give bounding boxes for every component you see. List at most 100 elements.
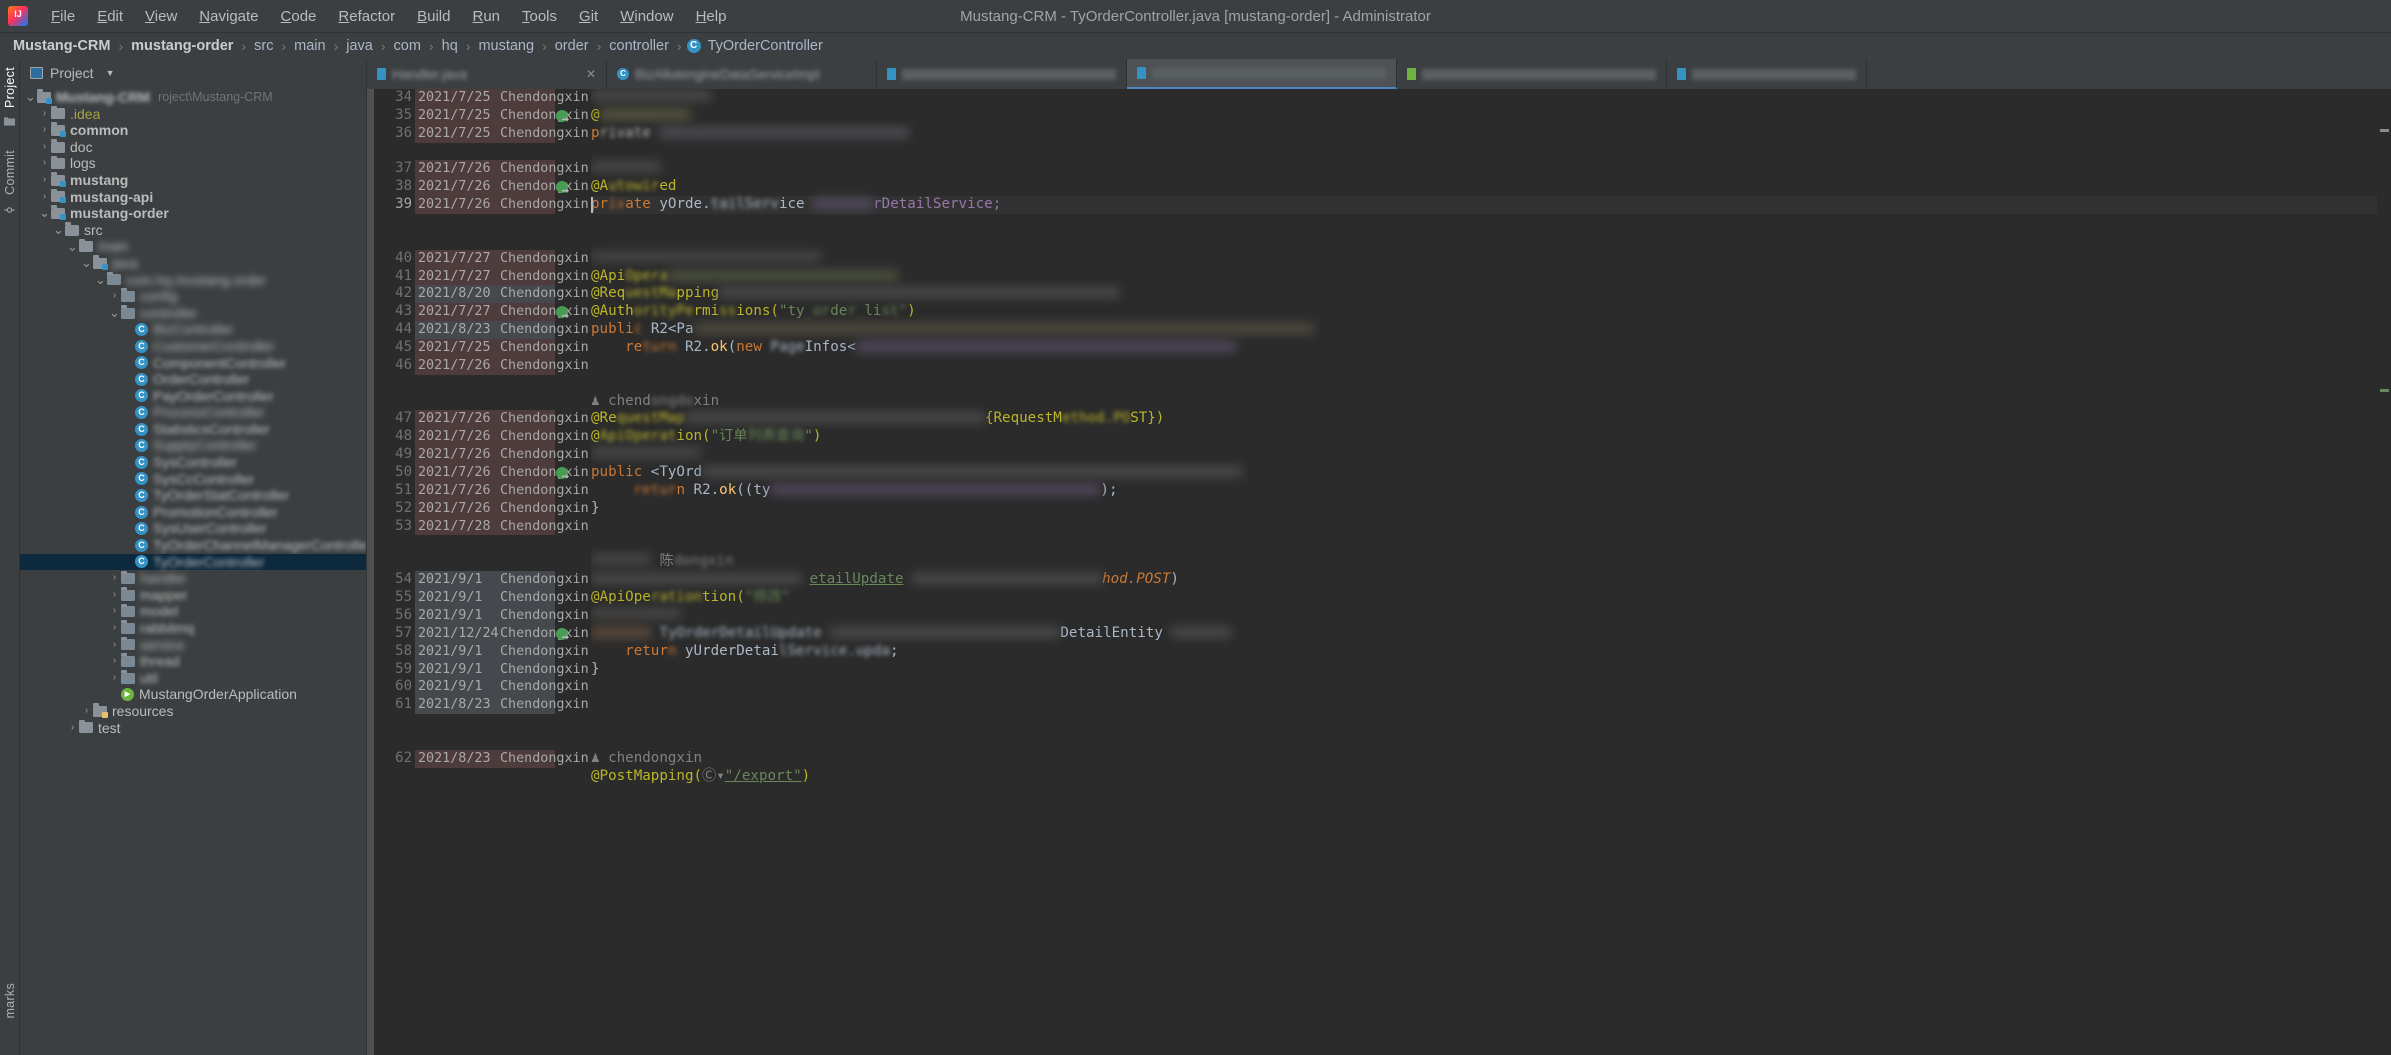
tool-window-commit[interactable]: Commit xyxy=(3,150,17,195)
editor-tab-bar[interactable]: Handler.java ✕ C BizAllotengineDataServiceI… xyxy=(367,59,2391,89)
editor-tab[interactable] xyxy=(877,59,1127,89)
chevron-right-icon[interactable]: › xyxy=(108,620,121,637)
editor-tab[interactable]: Handler.java ✕ xyxy=(367,59,607,89)
blame-annotation[interactable]: 2021/7/27 Chendongxin xyxy=(415,267,589,286)
gutter-icon-column[interactable] xyxy=(555,89,573,768)
blame-annotation[interactable]: 2021/7/26 Chendongxin xyxy=(415,178,589,197)
tree-node[interactable]: ⌄ mustang-order xyxy=(20,205,366,222)
blame-annotation[interactable]: 2021/7/28 Chendongxin xyxy=(415,517,589,536)
menu-item-tools[interactable]: Tools xyxy=(511,5,568,28)
chevron-right-icon[interactable]: › xyxy=(108,288,121,305)
tree-node[interactable]: › util xyxy=(20,670,366,687)
chevron-right-icon[interactable]: › xyxy=(108,603,121,620)
code-editor[interactable]: 34 35 36 37 38 39 40 41 42 43 44 45 46 47 48 49 50 51 52 53… xyxy=(367,89,2391,1055)
tree-node[interactable]: › thread xyxy=(20,653,366,670)
tree-node[interactable]: C StatisticsController xyxy=(20,421,366,438)
blame-annotation[interactable]: 2021/12/24Chendongxin xyxy=(415,624,589,643)
menu-item-help[interactable]: Help xyxy=(685,5,738,28)
tree-node[interactable]: C PromotionController xyxy=(20,504,366,521)
chevron-right-icon[interactable]: › xyxy=(38,122,51,139)
blame-annotation[interactable]: 2021/7/27 Chendongxin xyxy=(415,249,589,268)
close-icon[interactable]: ✕ xyxy=(586,67,596,81)
tree-node[interactable]: ▶ MustangOrderApplication xyxy=(20,686,366,703)
run-gutter-icon[interactable] xyxy=(555,178,573,196)
run-gutter-icon[interactable] xyxy=(555,625,573,643)
blame-annotation[interactable]: 2021/7/26 Chendongxin xyxy=(415,464,589,482)
blame-annotation[interactable]: 2021/8/23 Chendongxin xyxy=(415,321,589,340)
blame-annotation[interactable]: 2021/9/1 Chendongxin xyxy=(415,589,589,607)
tree-node[interactable]: C ComponentController xyxy=(20,355,366,372)
blame-annotation[interactable]: 2021/7/26 Chendongxin xyxy=(415,356,589,375)
tree-node[interactable]: C SysUserController xyxy=(20,520,366,537)
breadcrumb-item-mustang-crm[interactable]: Mustang-CRM xyxy=(10,37,113,55)
chevron-right-icon[interactable]: › xyxy=(38,172,51,189)
tree-node[interactable]: › mustang xyxy=(20,172,366,189)
menu-item-refactor[interactable]: Refactor xyxy=(327,5,406,28)
tree-node[interactable]: C BizController xyxy=(20,321,366,338)
breadcrumb-item-hq[interactable]: hq xyxy=(439,37,461,55)
breadcrumb-item-com[interactable]: com xyxy=(391,37,424,55)
blame-annotation[interactable]: 2021/7/26 Chendongxin xyxy=(415,499,589,518)
navigate-implementation-icon[interactable] xyxy=(556,109,568,122)
chevron-down-icon[interactable]: ⌄ xyxy=(24,90,37,103)
menu-item-git[interactable]: Git xyxy=(568,5,609,28)
tree-node[interactable]: C TyOrderChannelManagerController xyxy=(20,537,366,554)
tree-node[interactable]: C TyOrderStatController xyxy=(20,487,366,504)
blame-annotation[interactable]: 2021/7/26 Chendongxin xyxy=(415,196,589,215)
tree-node[interactable]: › config xyxy=(20,288,366,305)
blame-annotation[interactable]: 2021/7/26 Chendongxin xyxy=(415,481,589,500)
chevron-down-icon[interactable]: ⌄ xyxy=(52,223,65,236)
editor-tab[interactable]: C BizAllotengineDataServiceImpl xyxy=(607,59,877,89)
editor-tab[interactable] xyxy=(1667,59,1867,89)
tree-node[interactable]: ⌄ Mustang-CRM roject\Mustang-CRM xyxy=(20,89,366,106)
menu-item-view[interactable]: View xyxy=(134,5,188,28)
tree-node[interactable]: C SysController xyxy=(20,454,366,471)
run-gutter-icon[interactable] xyxy=(555,464,573,482)
tree-node[interactable]: › logs xyxy=(20,155,366,172)
run-gutter-icon[interactable] xyxy=(555,303,573,321)
menu-item-file[interactable]: File xyxy=(40,5,86,28)
chevron-right-icon[interactable]: › xyxy=(38,139,51,156)
blame-annotation[interactable]: 2021/7/25 Chendongxin xyxy=(415,124,589,143)
blame-annotation[interactable]: 2021/8/23 Chendongxin xyxy=(415,696,589,715)
blame-annotation[interactable]: 2021/7/26 Chendongxin xyxy=(415,160,589,179)
menu-item-window[interactable]: Window xyxy=(609,5,684,28)
blame-annotation[interactable]: 2021/7/26 Chendongxin xyxy=(415,410,589,429)
tool-window-project[interactable]: Project xyxy=(3,67,17,108)
tool-window-bookmarks[interactable]: marks xyxy=(3,983,17,1019)
chevron-right-icon[interactable]: › xyxy=(38,155,51,172)
tree-node[interactable]: C ProcessController xyxy=(20,404,366,421)
breadcrumb-item-controller[interactable]: controller xyxy=(606,37,672,55)
blame-annotation[interactable]: 2021/9/1 Chendongxin xyxy=(415,606,589,625)
chevron-right-icon[interactable]: › xyxy=(38,106,51,123)
tree-node[interactable]: › resources xyxy=(20,703,366,720)
chevron-down-icon[interactable]: ⌄ xyxy=(38,206,51,219)
chevron-down-icon[interactable]: ⌄ xyxy=(94,273,107,286)
tree-node[interactable]: › common xyxy=(20,122,366,139)
navigate-implementation-icon[interactable] xyxy=(556,306,568,319)
chevron-right-icon[interactable]: › xyxy=(108,670,121,687)
editor-tab[interactable] xyxy=(1127,59,1397,89)
tree-node[interactable]: › rabbitmq xyxy=(20,620,366,637)
chevron-right-icon[interactable]: › xyxy=(80,703,93,720)
tree-node[interactable]: › mustang-api xyxy=(20,189,366,206)
chevron-right-icon[interactable]: › xyxy=(108,653,121,670)
tree-node[interactable]: ⌄ com.hq.mustang.order xyxy=(20,272,366,289)
navigate-implementation-icon[interactable] xyxy=(556,467,568,480)
tree-node[interactable]: C OrderController xyxy=(20,371,366,388)
chevron-down-icon[interactable]: ⌄ xyxy=(80,256,93,269)
tree-node[interactable]: › doc xyxy=(20,139,366,156)
menu-item-build[interactable]: Build xyxy=(406,5,461,28)
chevron-right-icon[interactable]: › xyxy=(66,720,79,737)
navigate-implementation-icon[interactable] xyxy=(556,627,568,640)
tree-node[interactable]: C SupplyController xyxy=(20,437,366,454)
git-blame-annotation-gutter[interactable]: 2021/7/25 Chendongxin 2021/7/25 Chendongxin… xyxy=(415,89,589,768)
tree-node[interactable]: › .idea xyxy=(20,106,366,123)
tree-node[interactable]: ⌄ controller xyxy=(20,305,366,322)
chevron-right-icon[interactable]: › xyxy=(108,587,121,604)
menu-item-run[interactable]: Run xyxy=(461,5,511,28)
chevron-down-icon[interactable]: ⌄ xyxy=(108,306,121,319)
menu-item-edit[interactable]: Edit xyxy=(86,5,134,28)
tree-node[interactable]: C SysCcController xyxy=(20,471,366,488)
blame-annotation[interactable]: 2021/7/26 Chendongxin xyxy=(415,446,589,465)
